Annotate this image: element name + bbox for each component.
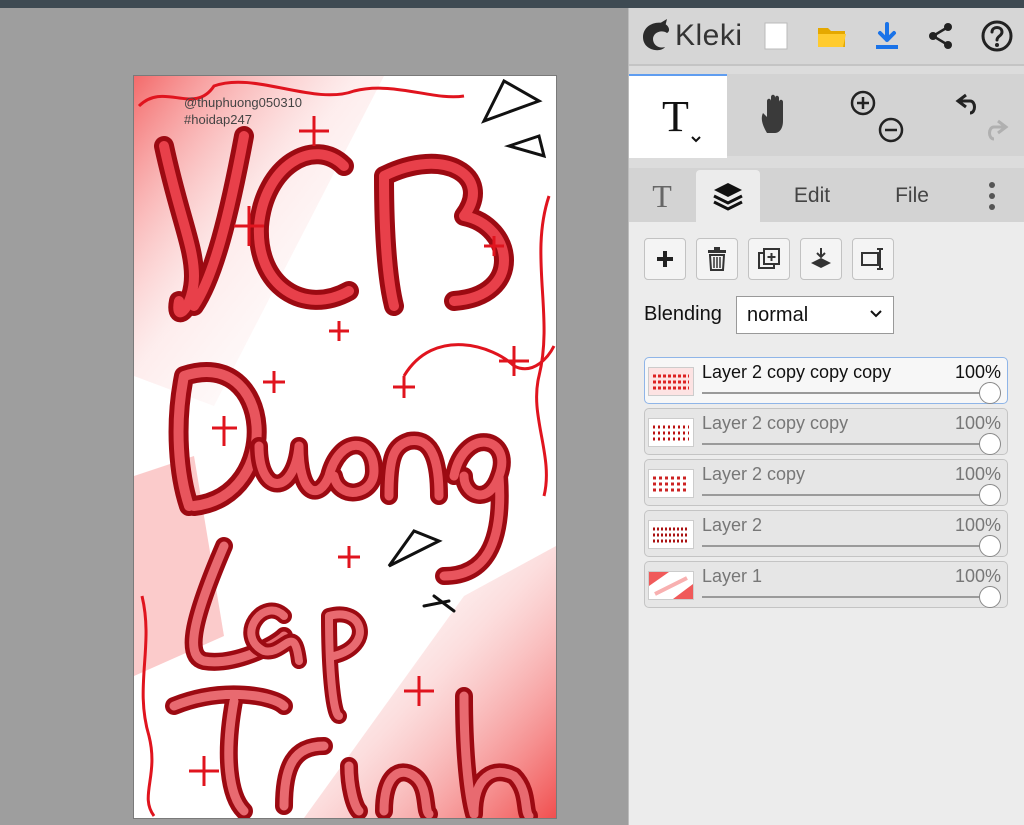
layer-item-2[interactable]: Layer 2 copy copy 100% [644, 408, 1008, 455]
chevron-down-icon [870, 310, 882, 318]
layer-thumbnail [648, 367, 694, 396]
download-icon [876, 22, 898, 49]
side-panel: Kleki T T Edit File Blending normal Laye… [628, 8, 1024, 825]
canvas-caption-1: @thuphuong050310 [184, 95, 303, 110]
layer-name: Layer 2 copy copy copy [702, 362, 892, 382]
tool-row: T [629, 74, 1024, 158]
share-icon [929, 23, 952, 49]
tab-file[interactable]: File [869, 170, 955, 222]
opacity-slider-handle[interactable] [979, 535, 1001, 557]
open-file-button[interactable] [812, 16, 852, 56]
layer-opacity: 100% [954, 515, 1001, 535]
layer-name: Layer 2 copy copy [702, 413, 849, 433]
rename-layer-button[interactable] [852, 238, 894, 280]
opacity-slider-handle[interactable] [979, 382, 1001, 404]
zoom-in-icon [850, 90, 876, 116]
help-button[interactable] [977, 16, 1017, 56]
new-image-button[interactable] [756, 16, 796, 56]
layer-thumbnail [648, 520, 694, 549]
layer-opacity: 100% [954, 362, 1001, 382]
blending-mode-value: normal [747, 303, 809, 326]
layer-name: Layer 2 [702, 515, 763, 535]
layer-thumbnail [648, 418, 694, 447]
text-tool-button[interactable]: T [629, 74, 727, 158]
blending-label: Blending [644, 303, 722, 325]
merge-down-button[interactable] [800, 238, 842, 280]
more-menu-button[interactable] [969, 170, 1015, 222]
layers-icon [713, 183, 743, 211]
svg-text:T: T [662, 92, 689, 141]
undo-redo-icons [955, 93, 1009, 141]
hand-icon [761, 94, 783, 133]
layer-item-5[interactable]: Layer 1 100% [644, 561, 1008, 608]
trash-icon [708, 247, 726, 271]
app-name: Kleki [675, 19, 743, 52]
opacity-slider-handle[interactable] [979, 433, 1001, 455]
duplicate-layer-button[interactable] [748, 238, 790, 280]
canvas-caption-2: #hoidap247 [184, 112, 252, 127]
zoom-controls [829, 74, 925, 156]
plus-icon [657, 251, 673, 267]
help-icon [981, 20, 1013, 52]
tab-edit[interactable]: Edit [769, 170, 855, 222]
blending-mode-select[interactable]: normal [736, 296, 894, 334]
opacity-slider-track[interactable] [702, 596, 989, 598]
artwork [134, 76, 556, 818]
panel-tabs: T Edit File [629, 168, 1024, 222]
redo-icon [988, 119, 1009, 141]
share-button[interactable] [921, 16, 961, 56]
layer-opacity: 100% [954, 413, 1001, 433]
text-tool-icon: T [662, 92, 701, 143]
download-button[interactable] [867, 16, 907, 56]
opacity-slider-handle[interactable] [979, 484, 1001, 506]
top-bar: Kleki [629, 8, 1024, 66]
merge-down-icon [811, 248, 831, 268]
layer-item-4[interactable]: Layer 2 100% [644, 510, 1008, 557]
rename-icon [861, 248, 883, 270]
open-folder-icon [818, 28, 846, 47]
more-vertical-icon [989, 182, 995, 210]
undo-icon [955, 93, 976, 115]
kleki-logo-icon [643, 19, 670, 51]
zoom-icons [850, 90, 904, 143]
duplicate-icon [758, 248, 780, 269]
workspace[interactable]: @thuphuong050310 #hoidap247 [0, 8, 628, 825]
zoom-out-icon [878, 117, 904, 143]
hand-tool-button[interactable] [729, 74, 825, 156]
layer-opacity: 100% [954, 464, 1001, 484]
layer-thumbnail [648, 571, 694, 600]
opacity-slider-track[interactable] [702, 494, 989, 496]
layers-panel: Blending normal Layer 2 copy copy copy 1… [629, 222, 1024, 825]
opacity-slider-track[interactable] [702, 443, 989, 445]
drawing-canvas[interactable]: @thuphuong050310 #hoidap247 [134, 76, 556, 818]
layer-opacity: 100% [954, 566, 1001, 586]
tab-text[interactable]: T [631, 170, 693, 222]
window-top-strip [0, 0, 1024, 8]
opacity-slider-track[interactable] [702, 545, 989, 547]
tab-layers[interactable] [696, 170, 760, 222]
undo-redo-controls [927, 74, 1024, 156]
layer-name: Layer 2 copy [702, 464, 806, 484]
opacity-slider-track[interactable] [702, 392, 989, 394]
layer-item-3[interactable]: Layer 2 copy 100% [644, 459, 1008, 506]
layer-item-1[interactable]: Layer 2 copy copy copy 100% [644, 357, 1008, 404]
add-layer-button[interactable] [644, 238, 686, 280]
new-image-icon [764, 22, 788, 50]
delete-layer-button[interactable] [696, 238, 738, 280]
layer-name: Layer 1 [702, 566, 763, 586]
layer-thumbnail [648, 469, 694, 498]
opacity-slider-handle[interactable] [979, 586, 1001, 608]
kleki-logo[interactable]: Kleki [639, 18, 743, 54]
